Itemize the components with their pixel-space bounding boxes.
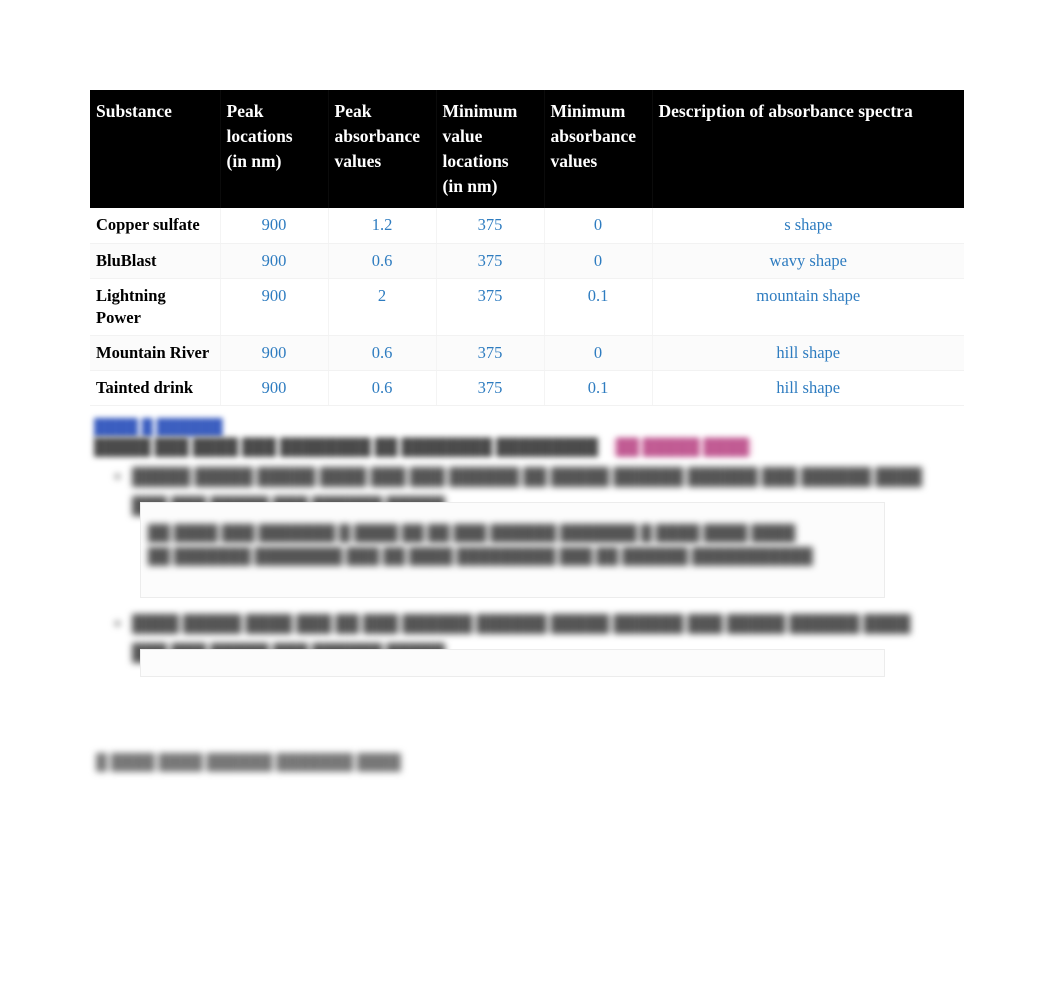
cell-peak-absorbance: 1.2 bbox=[328, 208, 437, 244]
cell-peak-absorbance: 0.6 bbox=[328, 335, 437, 371]
cell-description: mountain shape bbox=[652, 278, 964, 336]
cell-peak-location: 900 bbox=[220, 278, 329, 336]
answer-1-line-2: ██ ███████ ████████ ███ ██ ████ ████████… bbox=[148, 548, 813, 565]
column-header-min-absorbance-line-1: Minimum bbox=[550, 101, 626, 121]
section-intro-text: █████ ███ ████ ███ ████████ ██ ████████ … bbox=[94, 437, 753, 458]
cell-peak-location: 900 bbox=[220, 335, 329, 371]
table-header: Substance Peak locations (in nm) Peak ab… bbox=[90, 90, 964, 208]
document-page: Substance Peak locations (in nm) Peak ab… bbox=[0, 0, 1062, 1001]
column-header-substance: Substance bbox=[90, 90, 221, 208]
cell-peak-absorbance: 0.6 bbox=[328, 243, 437, 279]
column-header-peak-absorbance-line-1: Peak bbox=[334, 101, 372, 121]
column-header-min-absorbance-line-2: absorbance bbox=[550, 126, 637, 146]
column-header-minimum-absorbance-values: Minimum absorbance values bbox=[544, 90, 653, 208]
cell-min-absorbance: 0.1 bbox=[544, 278, 653, 336]
column-header-min-locations-line-4: (in nm) bbox=[442, 176, 498, 196]
column-header-minimum-value-locations: Minimum value locations (in nm) bbox=[436, 90, 545, 208]
answer-box-2[interactable] bbox=[140, 649, 885, 677]
cell-description: wavy shape bbox=[652, 243, 964, 279]
column-header-min-locations-line-2: value bbox=[442, 126, 483, 146]
cell-peak-location: 900 bbox=[220, 208, 329, 244]
cell-peak-location: 900 bbox=[220, 370, 329, 406]
cell-substance: Tainted drink bbox=[90, 370, 221, 406]
section-heading-link[interactable]: ████ █ ██████ bbox=[94, 418, 223, 437]
cell-peak-absorbance: 0.6 bbox=[328, 370, 437, 406]
column-header-peak-locations-line-2: locations bbox=[226, 126, 293, 146]
cell-peak-absorbance: 2 bbox=[328, 278, 437, 336]
absorbance-spectra-table: Substance Peak locations (in nm) Peak ab… bbox=[90, 90, 964, 406]
column-header-substance-line-1: Substance bbox=[96, 101, 172, 121]
column-header-min-locations-line-3: locations bbox=[442, 151, 509, 171]
cell-substance: Mountain River bbox=[90, 335, 221, 371]
cell-description: s shape bbox=[652, 208, 964, 244]
absorbance-spectra-table-wrapper: Substance Peak locations (in nm) Peak ab… bbox=[90, 90, 964, 406]
footer-note: █ ████ ████ ██████ ███████ ████ bbox=[96, 754, 401, 771]
cell-peak-location: 900 bbox=[220, 243, 329, 279]
column-header-description: Description of absorbance spectra bbox=[652, 90, 964, 208]
section-intro-highlight: ██ █████ ████ bbox=[612, 439, 753, 456]
table-body: Copper sulfate 900 1.2 375 0 s shape Blu… bbox=[90, 208, 964, 406]
table-row: Mountain River 900 0.6 375 0 hill shape bbox=[90, 335, 964, 371]
cell-substance: Copper sulfate bbox=[90, 208, 221, 244]
cell-min-absorbance: 0.1 bbox=[544, 370, 653, 406]
cell-min-location: 375 bbox=[436, 278, 545, 336]
column-header-peak-absorbance-line-2: absorbance bbox=[334, 126, 421, 146]
table-row: Lightning Power 900 2 375 0.1 mountain s… bbox=[90, 278, 964, 336]
column-header-peak-absorbance-line-3: values bbox=[334, 151, 382, 171]
cell-min-location: 375 bbox=[436, 335, 545, 371]
cell-min-absorbance: 0 bbox=[544, 335, 653, 371]
cell-description: hill shape bbox=[652, 370, 964, 406]
table-row: Tainted drink 900 0.6 375 0.1 hill shape bbox=[90, 370, 964, 406]
table-row: Copper sulfate 900 1.2 375 0 s shape bbox=[90, 208, 964, 244]
cell-min-location: 375 bbox=[436, 370, 545, 406]
section-intro-main: █████ ███ ████ ███ ████████ ██ ████████ … bbox=[94, 439, 599, 456]
table-row: BluBlast 900 0.6 375 0 wavy shape bbox=[90, 243, 964, 279]
cell-substance: BluBlast bbox=[90, 243, 221, 279]
answer-1-line-1: ██ ████ ███ ███████ █ ████ ██ ██ ███ ███… bbox=[148, 525, 796, 542]
table-header-row: Substance Peak locations (in nm) Peak ab… bbox=[90, 90, 964, 208]
cell-min-location: 375 bbox=[436, 208, 545, 244]
column-header-min-absorbance-line-3: values bbox=[550, 151, 598, 171]
cell-min-absorbance: 0 bbox=[544, 243, 653, 279]
cell-min-absorbance: 0 bbox=[544, 208, 653, 244]
cell-substance: Lightning Power bbox=[90, 278, 221, 336]
column-header-description-line-1: Description of absorbance spectra bbox=[658, 101, 913, 121]
column-header-peak-locations: Peak locations (in nm) bbox=[220, 90, 329, 208]
column-header-peak-absorbance-values: Peak absorbance values bbox=[328, 90, 437, 208]
column-header-min-locations-line-1: Minimum bbox=[442, 101, 518, 121]
cell-min-location: 375 bbox=[436, 243, 545, 279]
column-header-peak-locations-line-3: (in nm) bbox=[226, 151, 282, 171]
cell-description: hill shape bbox=[652, 335, 964, 371]
column-header-peak-locations-line-1: Peak bbox=[226, 101, 264, 121]
